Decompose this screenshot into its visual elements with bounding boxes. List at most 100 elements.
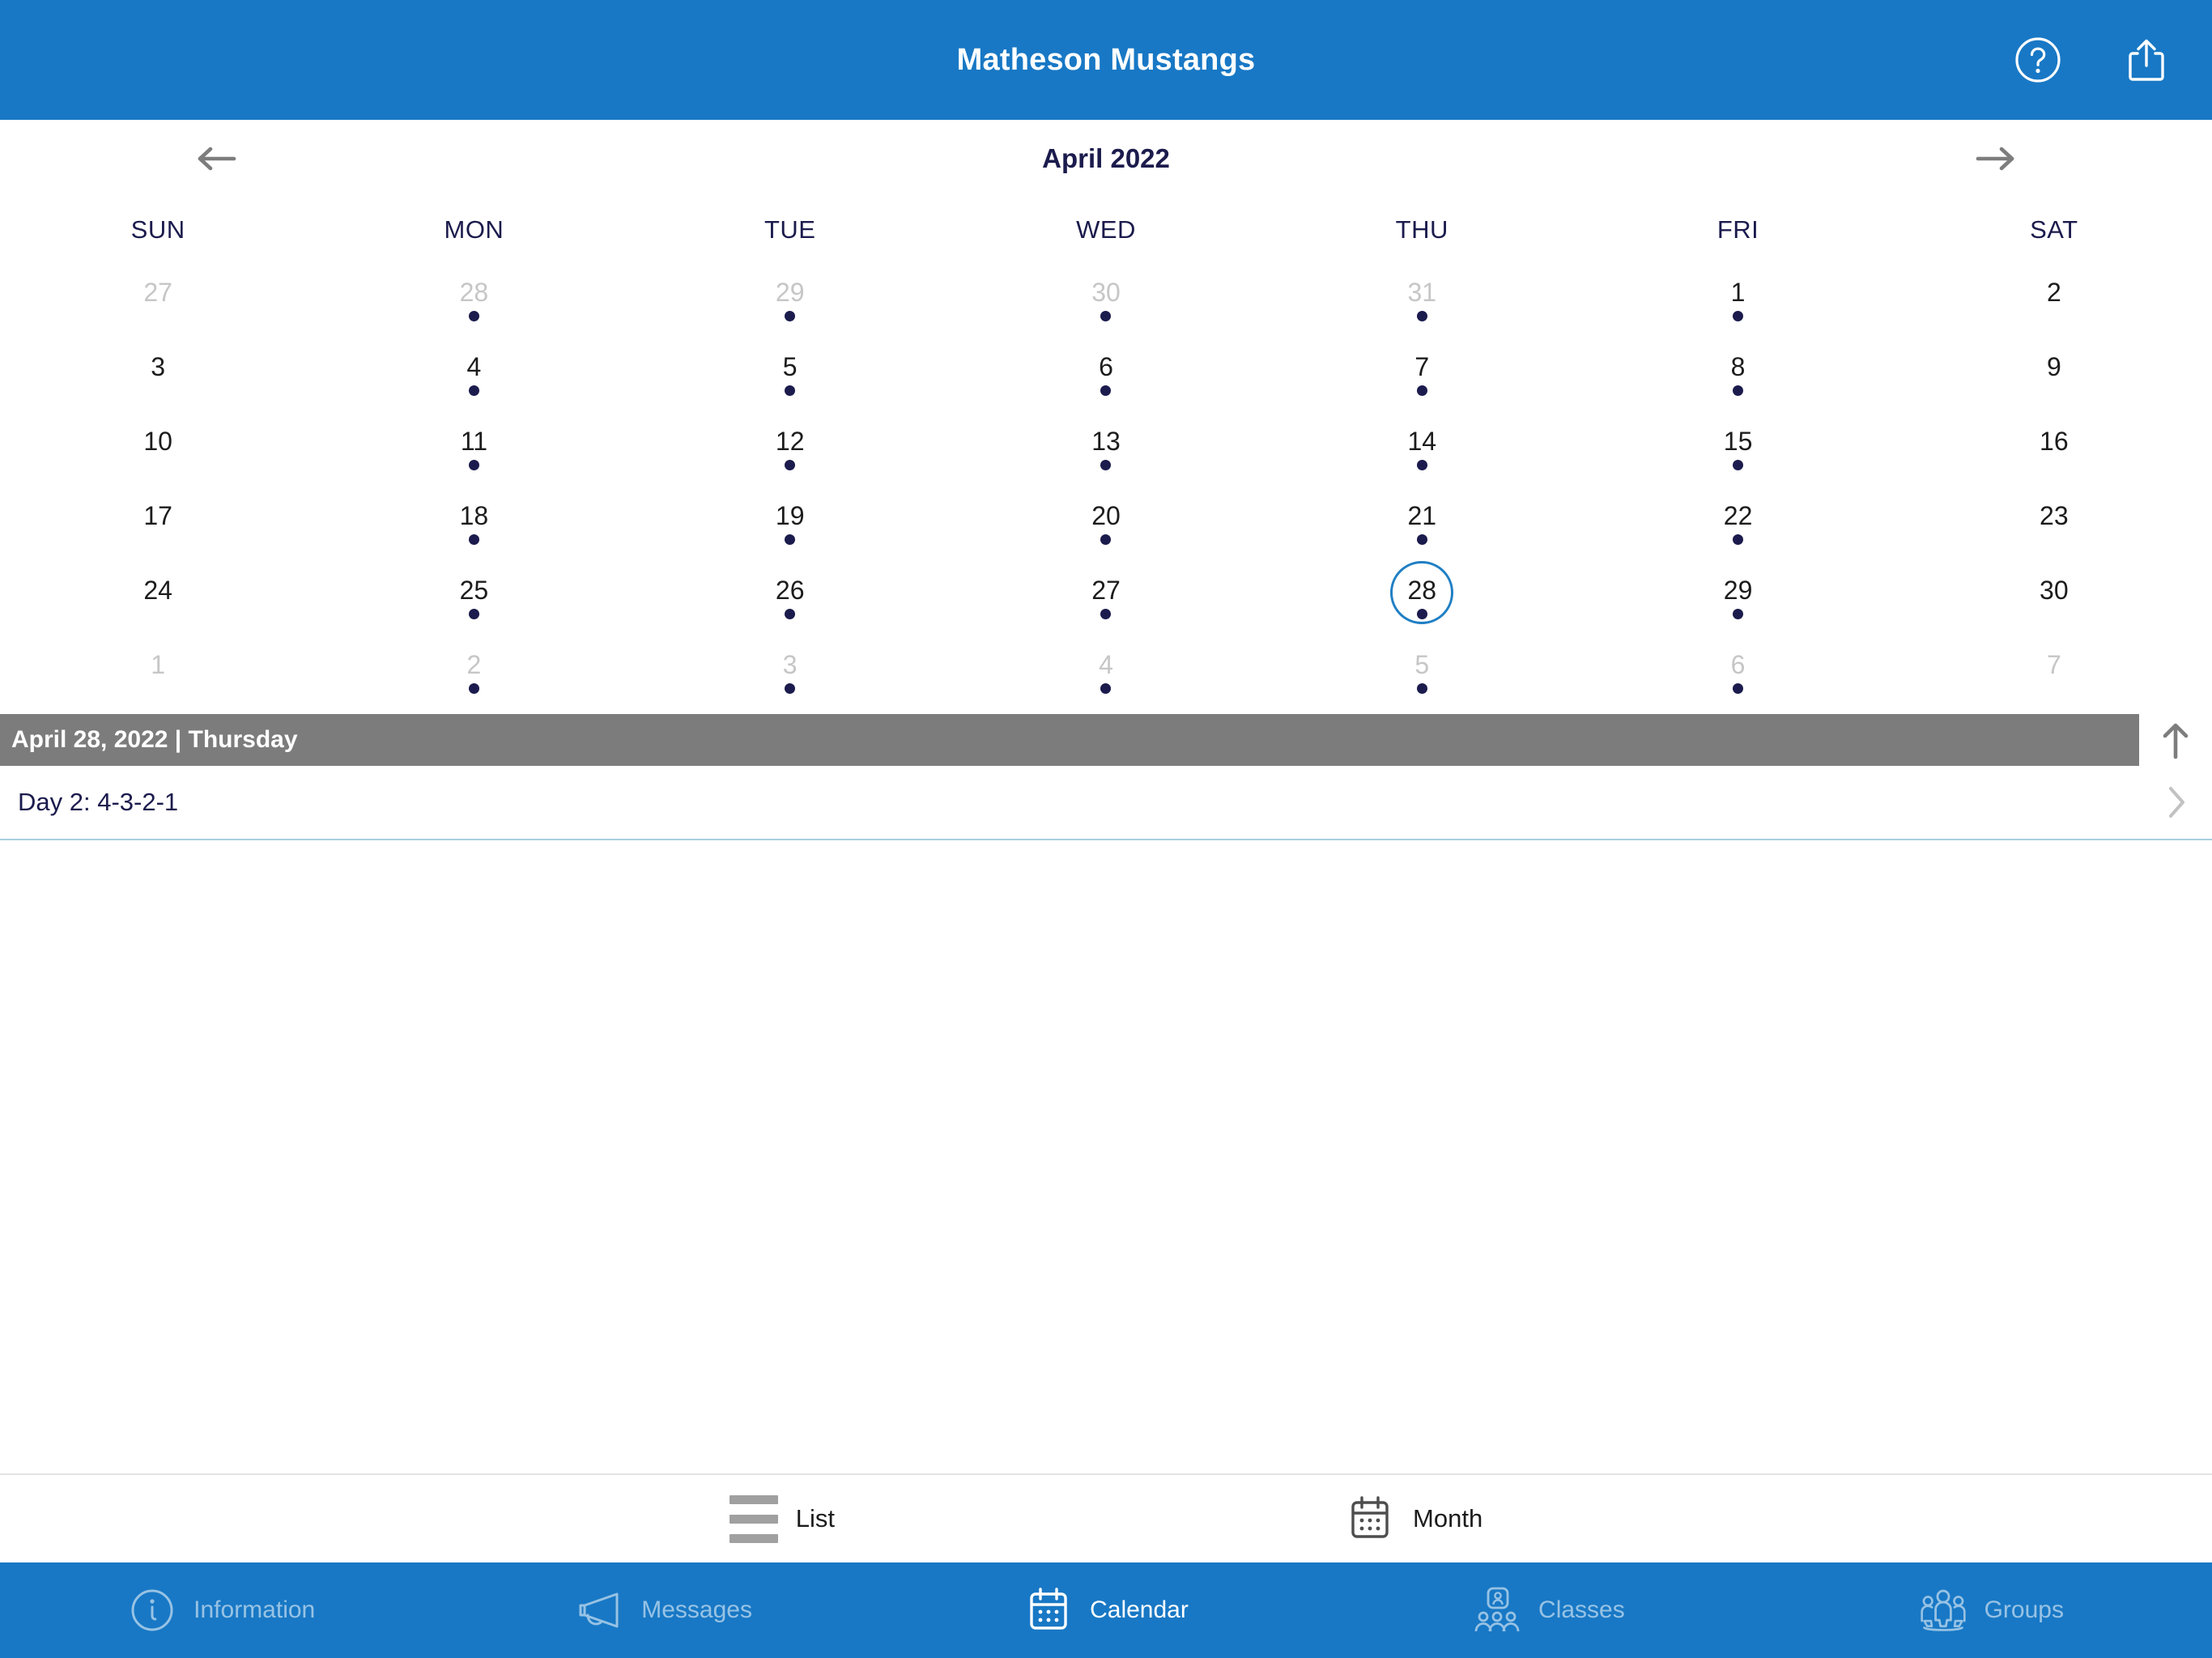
calendar-day-number: 18 [459, 501, 489, 530]
event-dot [785, 683, 796, 694]
tab-classes[interactable]: Classes [1327, 1585, 1769, 1635]
tab-label-calendar: Calendar [1090, 1596, 1189, 1623]
calendar-day-cell[interactable]: 30 [1896, 560, 2212, 635]
calendar-day-number: 2 [2046, 278, 2061, 307]
tab-information[interactable]: Information [0, 1585, 442, 1635]
calendar-day-cell[interactable]: 1 [0, 635, 316, 709]
tab-groups[interactable]: Groups [1770, 1585, 2212, 1635]
tab-messages[interactable]: Messages [442, 1585, 884, 1635]
list-icon [729, 1494, 778, 1543]
event-dot [1100, 609, 1112, 619]
calendar-day-number: 25 [459, 576, 489, 605]
calendar-day-cell[interactable]: 22 [1580, 486, 1895, 560]
calendar-day-number: 16 [2040, 427, 2069, 456]
calendar-day-cell[interactable]: 5 [1264, 635, 1580, 709]
arrow-right-icon[interactable] [1966, 129, 2026, 189]
calendar-day-cell[interactable]: 9 [1896, 337, 2212, 411]
calendar-day-number: 30 [1091, 278, 1121, 307]
calendar-day-cell[interactable]: 28 [1264, 560, 1580, 635]
calendar-day-cell[interactable]: 12 [632, 411, 948, 486]
calendar-day-number: 5 [1414, 650, 1430, 679]
event-dot [1733, 683, 1744, 694]
event-dot [1100, 311, 1112, 321]
tab-calendar[interactable]: Calendar [885, 1585, 1327, 1635]
calendar-day-cell[interactable]: 19 [632, 486, 948, 560]
event-dot [468, 460, 479, 470]
classes-icon [1472, 1585, 1522, 1635]
calendar-day-cell[interactable]: 5 [632, 337, 948, 411]
calendar-day-cell[interactable]: 10 [0, 411, 316, 486]
calendar-day-number: 1 [1730, 278, 1746, 307]
calendar-day-cell[interactable]: 7 [1264, 337, 1580, 411]
event-dot [785, 609, 796, 619]
event-dot [1733, 609, 1744, 619]
question-circle-icon[interactable] [2011, 33, 2065, 87]
weekday-wed: WED [1076, 215, 1136, 244]
weekday-tue: TUE [764, 215, 816, 244]
view-button-month[interactable]: Month [1345, 1494, 1482, 1544]
calendar-day-cell[interactable]: 17 [0, 486, 316, 560]
calendar-day-cell[interactable]: 14 [1264, 411, 1580, 486]
calendar-day-number: 17 [143, 501, 172, 530]
view-label-month: Month [1413, 1504, 1483, 1533]
calendar-day-cell[interactable]: 29 [1580, 560, 1895, 635]
calendar-day-cell[interactable]: 18 [316, 486, 632, 560]
calendar-day-number: 8 [1730, 352, 1746, 381]
calendar-day-cell[interactable]: 7 [1896, 635, 2212, 709]
calendar-day-cell[interactable]: 6 [948, 337, 1264, 411]
arrow-up-icon[interactable] [2139, 714, 2212, 766]
selected-day-bar: April 28, 2022 | Thursday [0, 714, 2139, 766]
calendar-day-cell[interactable]: 15 [1580, 411, 1895, 486]
calendar-day-number: 3 [151, 352, 166, 381]
calendar-day-cell[interactable]: 3 [632, 635, 948, 709]
calendar-day-cell[interactable]: 23 [1896, 486, 2212, 560]
calendar-day-cell[interactable]: 16 [1896, 411, 2212, 486]
calendar-day-cell[interactable]: 4 [948, 635, 1264, 709]
calendar-day-cell[interactable]: 30 [948, 262, 1264, 337]
share-icon[interactable] [2120, 33, 2173, 87]
event-dot [1733, 460, 1744, 470]
event-dot [1416, 385, 1427, 396]
calendar-day-cell[interactable]: 31 [1264, 262, 1580, 337]
event-dot [1733, 385, 1744, 396]
calendar-day-cell[interactable]: 2 [316, 635, 632, 709]
calendar-day-cell[interactable]: 13 [948, 411, 1264, 486]
empty-content-area [0, 840, 2212, 1473]
calendar-day-cell[interactable]: 24 [0, 560, 316, 635]
view-button-list[interactable]: List [729, 1494, 836, 1543]
event-dot [1733, 534, 1744, 545]
calendar-day-cell[interactable]: 3 [0, 337, 316, 411]
calendar-day-number: 3 [782, 650, 798, 679]
weekday-header: SUN MON TUE WED THU FRI SAT [0, 198, 2212, 262]
event-row[interactable]: Day 2: 4-3-2-1 [0, 766, 2212, 840]
arrow-left-icon[interactable] [186, 129, 246, 189]
calendar-day-number: 27 [1091, 576, 1121, 605]
calendar-day-number: 11 [460, 427, 488, 456]
calendar-day-cell[interactable]: 11 [316, 411, 632, 486]
view-switcher: List Month [0, 1473, 2212, 1562]
calendar-day-number: 30 [2040, 576, 2069, 605]
calendar-day-cell[interactable]: 6 [1580, 635, 1895, 709]
calendar-day-cell[interactable]: 25 [316, 560, 632, 635]
tab-label-messages: Messages [641, 1596, 752, 1623]
calendar-day-number: 6 [1099, 352, 1113, 381]
calendar-day-cell[interactable]: 27 [0, 262, 316, 337]
weekday-sat: SAT [2030, 215, 2078, 244]
chevron-right-icon[interactable] [2167, 784, 2188, 820]
calendar-day-cell[interactable]: 20 [948, 486, 1264, 560]
calendar-day-cell[interactable]: 1 [1580, 262, 1895, 337]
calendar-day-cell[interactable]: 2 [1896, 262, 2212, 337]
calendar-day-number: 15 [1723, 427, 1753, 456]
calendar-day-cell[interactable]: 28 [316, 262, 632, 337]
calendar-day-cell[interactable]: 21 [1264, 486, 1580, 560]
calendar-day-cell[interactable]: 27 [948, 560, 1264, 635]
view-label-list: List [795, 1504, 836, 1533]
calendar-day-cell[interactable]: 29 [632, 262, 948, 337]
calendar-day-cell[interactable]: 8 [1580, 337, 1895, 411]
calendar-day-cell[interactable]: 4 [316, 337, 632, 411]
calendar-day-cell[interactable]: 26 [632, 560, 948, 635]
selected-day-label: April 28, 2022 | Thursday [11, 726, 298, 753]
event-dot [1100, 460, 1112, 470]
calendar-day-number: 12 [775, 427, 805, 456]
calendar-day-number: 27 [143, 278, 172, 307]
